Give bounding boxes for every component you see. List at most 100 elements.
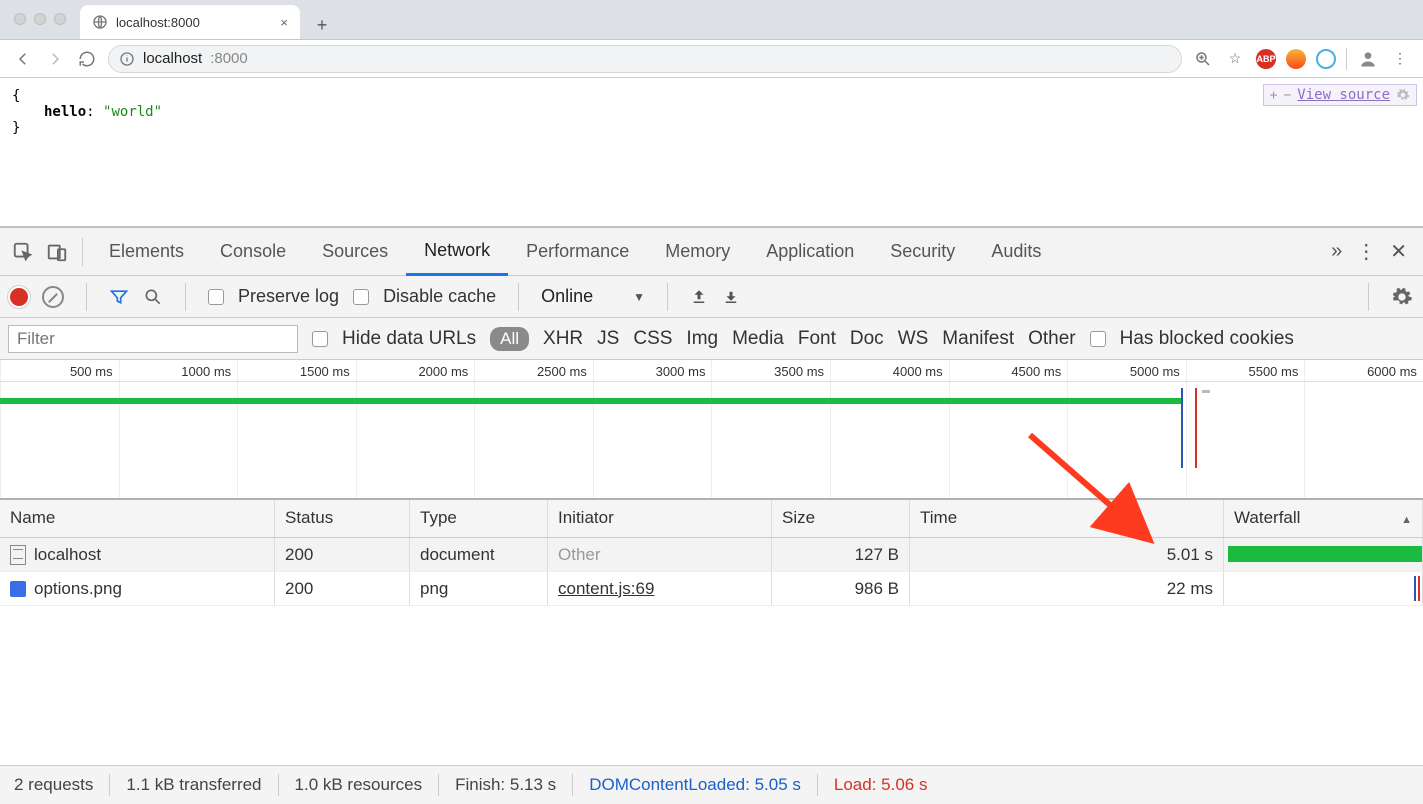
reload-button[interactable] (76, 48, 98, 70)
kebab-icon[interactable]: ⋮ (1356, 239, 1376, 264)
zoom-icon[interactable] (1192, 48, 1214, 70)
filter-img[interactable]: Img (686, 328, 718, 350)
tab-memory[interactable]: Memory (647, 228, 748, 276)
col-status[interactable]: Status (275, 500, 410, 537)
status-requests: 2 requests (14, 775, 93, 795)
filter-manifest[interactable]: Manifest (942, 328, 1014, 350)
browser-address-bar: localhost:8000 ☆ ABP ⋮ (0, 40, 1423, 78)
record-button[interactable] (10, 288, 28, 306)
request-status: 200 (275, 572, 410, 605)
filter-ws[interactable]: WS (898, 328, 929, 350)
filter-media[interactable]: Media (732, 328, 784, 350)
col-waterfall[interactable]: Waterfall ▲ (1224, 500, 1423, 537)
preserve-log-checkbox[interactable] (208, 289, 224, 305)
overview-tiny-bar (1202, 390, 1210, 393)
tab-audits[interactable]: Audits (973, 228, 1059, 276)
status-dcl: DOMContentLoaded: 5.05 s (589, 775, 801, 795)
blocked-cookies-label: Has blocked cookies (1120, 328, 1294, 350)
tab-network[interactable]: Network (406, 228, 508, 276)
filter-css[interactable]: CSS (633, 328, 672, 350)
status-load: Load: 5.06 s (834, 775, 928, 795)
device-toggle-icon[interactable] (40, 235, 74, 269)
disable-cache-label: Disable cache (383, 286, 496, 307)
filter-input[interactable] (8, 325, 298, 353)
expand-plus-icon[interactable]: + (1270, 88, 1278, 103)
disable-cache-checkbox[interactable] (353, 289, 369, 305)
tab-application[interactable]: Application (748, 228, 872, 276)
ruler-tick: 2500 ms (474, 360, 593, 381)
browser-tab[interactable]: localhost:8000 × (80, 5, 300, 39)
request-size: 127 B (772, 538, 910, 571)
col-name[interactable]: Name (0, 500, 275, 537)
abp-extension-icon[interactable]: ABP (1256, 49, 1276, 69)
ruler-tick: 3500 ms (711, 360, 830, 381)
filter-all[interactable]: All (490, 327, 529, 351)
blocked-cookies-checkbox[interactable] (1090, 331, 1106, 347)
col-time[interactable]: Time (910, 500, 1224, 537)
upload-icon[interactable] (690, 288, 708, 306)
tab-performance[interactable]: Performance (508, 228, 647, 276)
gear-icon[interactable] (1396, 88, 1410, 102)
hide-data-urls-checkbox[interactable] (312, 331, 328, 347)
clear-button[interactable] (42, 286, 64, 308)
ruler-tick: 3000 ms (593, 360, 712, 381)
tab-sources[interactable]: Sources (304, 228, 406, 276)
tab-security[interactable]: Security (872, 228, 973, 276)
filter-doc[interactable]: Doc (850, 328, 884, 350)
menu-kebab-icon[interactable]: ⋮ (1389, 48, 1411, 70)
filter-js[interactable]: JS (597, 328, 619, 350)
filter-font[interactable]: Font (798, 328, 836, 350)
overview-load-marker (1195, 388, 1197, 468)
table-row[interactable]: options.png 200 png content.js:69 986 B … (0, 572, 1423, 606)
toolbar-extensions: ☆ ABP ⋮ (1192, 48, 1411, 70)
search-icon[interactable] (143, 287, 163, 307)
col-initiator[interactable]: Initiator (548, 500, 772, 537)
close-tab-icon[interactable]: × (280, 15, 288, 30)
profile-icon[interactable] (1357, 48, 1379, 70)
more-tabs-icon[interactable]: » (1331, 240, 1342, 263)
ruler-tick: 4500 ms (949, 360, 1068, 381)
tab-console[interactable]: Console (202, 228, 304, 276)
status-transferred: 1.1 kB transferred (126, 775, 261, 795)
request-type: png (410, 572, 548, 605)
devtools-tab-strip: Elements Console Sources Network Perform… (0, 228, 1423, 276)
separator (1368, 283, 1369, 311)
url-field[interactable]: localhost:8000 (108, 45, 1182, 73)
network-status-bar: 2 requests 1.1 kB transferred 1.0 kB res… (0, 766, 1423, 804)
request-name: options.png (34, 579, 122, 599)
request-status: 200 (275, 538, 410, 571)
download-icon[interactable] (722, 288, 740, 306)
forward-button[interactable] (44, 48, 66, 70)
col-waterfall-label: Waterfall (1234, 508, 1300, 527)
star-icon[interactable]: ☆ (1224, 48, 1246, 70)
new-tab-button[interactable]: + (308, 11, 336, 39)
ruler-tick: 5500 ms (1186, 360, 1305, 381)
view-source-link[interactable]: View source (1297, 87, 1390, 103)
filter-xhr[interactable]: XHR (543, 328, 583, 350)
back-button[interactable] (12, 48, 34, 70)
extension-icon-2[interactable] (1286, 49, 1306, 69)
separator (278, 774, 279, 796)
minimize-window-dot[interactable] (34, 13, 46, 25)
image-icon (10, 581, 26, 597)
inspect-element-icon[interactable] (6, 235, 40, 269)
collapse-minus-icon[interactable]: − (1283, 88, 1291, 103)
request-name: localhost (34, 545, 101, 565)
maximize-window-dot[interactable] (54, 13, 66, 25)
request-initiator-link[interactable]: content.js:69 (558, 579, 654, 599)
col-size[interactable]: Size (772, 500, 910, 537)
filter-toggle-icon[interactable] (109, 287, 129, 307)
overview-request-bar (0, 398, 1183, 404)
col-type[interactable]: Type (410, 500, 548, 537)
network-overview[interactable]: 500 ms 1000 ms 1500 ms 2000 ms 2500 ms 3… (0, 360, 1423, 500)
close-window-dot[interactable] (14, 13, 26, 25)
settings-gear-icon[interactable] (1391, 286, 1413, 308)
ruler-tick: 500 ms (0, 360, 119, 381)
tab-elements[interactable]: Elements (91, 228, 202, 276)
throttling-select[interactable]: Online ▼ (541, 286, 645, 307)
extension-icon-3[interactable] (1316, 49, 1336, 69)
close-devtools-icon[interactable]: ✕ (1390, 239, 1407, 264)
table-row[interactable]: localhost 200 document Other 127 B 5.01 … (0, 538, 1423, 572)
filter-other[interactable]: Other (1028, 328, 1076, 350)
separator (1346, 48, 1347, 70)
